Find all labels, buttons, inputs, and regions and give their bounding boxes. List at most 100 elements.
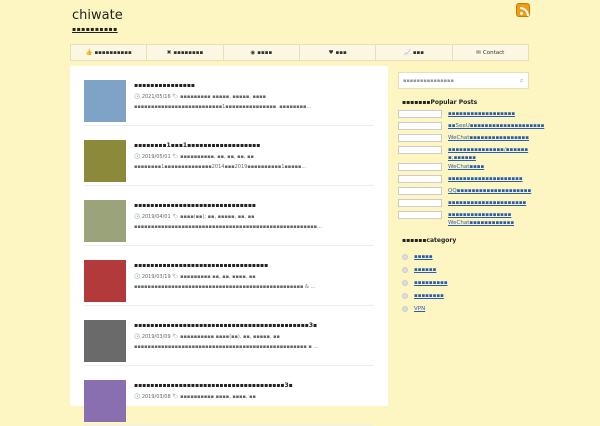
popular-post-item[interactable]: ▪▪▪▪▪▪▪▪▪▪▪▪▪▪▪▪▪▪▪▪ <box>398 175 529 186</box>
search-icon[interactable]: ⌕ <box>520 76 524 86</box>
post-title[interactable]: ▪▪▪▪▪▪▪▪▪▪▪▪▪▪▪▪▪▪▪▪▪▪▪▪▪▪▪▪▪▪ <box>134 202 256 209</box>
global-nav: 👍 ▪▪▪▪▪▪▪▪▪▪ ✖ ▪▪▪▪▪▪▪▪ ◉ ▪▪▪▪ ♥ ▪▪▪ 📈 ▪▪▪ ✉ Contac… <box>70 44 529 61</box>
popular-post-thumbnail[interactable] <box>398 175 442 183</box>
popular-post-link[interactable]: ▪▪▪▪▪▪▪▪▪▪▪▪▪▪▪▪▪▪▪▪ <box>448 175 523 183</box>
envelope-icon: ✉ <box>476 49 481 56</box>
popular-post-thumbnail[interactable] <box>398 110 442 118</box>
popular-post-link[interactable]: ▪▪▪▪▪▪▪▪▪▪▪▪▪▪▪▪▪▪ <box>448 110 515 118</box>
nav-item[interactable]: ◉ ▪▪▪▪ <box>224 45 300 60</box>
post-title[interactable]: ▪▪▪▪▪▪▪▪1▪▪▪1▪▪▪▪▪▪▪▪▪▪▪▪▪▪▪▪▪▪ <box>134 142 260 149</box>
post-card[interactable]: ▪▪▪▪▪▪▪▪▪▪▪▪▪▪▪ 🕓 2021/05/16 🏷 ▪▪▪▪▪▪▪▪▪ … <box>84 68 374 126</box>
popular-post-link[interactable]: ▪▪▪▪▪▪▪▪▪▪▪▪▪▪▪▪▪▪▪▪▪ <box>448 199 526 207</box>
post-title[interactable]: ▪▪▪▪▪▪▪▪▪▪▪▪▪▪▪▪▪▪▪▪▪▪▪▪▪▪▪▪▪▪▪▪▪▪▪▪▪3▪ <box>134 382 293 389</box>
popular-post-link[interactable]: ▪▪SeeU▪▪▪▪▪▪▪▪▪▪▪▪▪▪▪▪▪▪▪▪ <box>448 122 544 130</box>
sidebar: ▪▪▪▪▪▪▪▪▪▪▪▪▪▪▪ ⌕ ▪▪▪▪▪▪▪Popular Posts ▪… <box>398 72 544 315</box>
bullet-icon <box>402 305 408 312</box>
popular-post-link[interactable]: QQ▪▪▪▪▪▪▪▪▪▪▪▪▪▪▪▪▪▪▪▪ <box>448 187 531 195</box>
post-meta: 🕓 2019/04/01 🏷 ▪▪▪▪(▪▪); ▪▪, ▪▪▪▪▪, ▪▪, … <box>134 214 255 220</box>
nav-item[interactable]: ♥ ▪▪▪ <box>300 45 377 60</box>
category-item[interactable]: VPN <box>398 302 529 315</box>
popular-post-link[interactable]: WeChat▪▪▪▪▪▪▪▪▪▪▪▪▪▪▪▪ <box>448 134 529 142</box>
nav-label: ▪▪▪▪ <box>257 49 273 56</box>
popular-post-item[interactable]: WeChat▪▪▪▪ <box>398 163 529 174</box>
nav-label: Contact <box>482 49 505 56</box>
category-link[interactable]: ▪▪▪▪▪▪▪▪ <box>414 293 444 299</box>
category-link[interactable]: VPN <box>414 306 425 312</box>
nav-item[interactable]: 📈 ▪▪▪ <box>376 45 453 60</box>
category-list: ▪▪▪▪▪ ▪▪▪▪▪▪ ▪▪▪▪▪▪▪▪▪ ▪▪▪▪▪▪▪▪ VPN <box>398 250 529 315</box>
post-card[interactable]: ▪▪▪▪▪▪▪▪▪▪▪▪▪▪▪▪▪▪▪▪▪▪▪▪▪▪▪▪▪▪ 🕓 2019/04/… <box>84 188 374 246</box>
post-thumbnail[interactable] <box>84 260 126 302</box>
popular-post-link[interactable]: ▪▪▪▪▪▪▪▪▪▪▪▪▪▪▪▪▪ WeChat▪▪▪▪▪▪▪▪▪▪▪▪ <box>448 211 529 227</box>
popular-post-item[interactable]: ▪▪SeeU▪▪▪▪▪▪▪▪▪▪▪▪▪▪▪▪▪▪▪▪ <box>398 122 544 133</box>
popular-post-item[interactable]: ▪▪▪▪▪▪▪▪▪▪▪▪▪▪▪▪▪▪ <box>398 110 529 121</box>
post-excerpt: ▪▪▪▪▪▪▪▪▪▪▪▪▪▪▪▪▪▪▪▪▪▪▪▪▪▪▪▪▪▪▪▪▪▪▪▪▪▪▪▪… <box>134 344 319 350</box>
heart-icon: ♥ <box>328 49 334 56</box>
close-icon: ✖ <box>166 49 172 56</box>
post-thumbnail[interactable] <box>84 140 126 182</box>
bullet-icon <box>402 292 408 299</box>
category-link[interactable]: ▪▪▪▪▪ <box>414 254 433 260</box>
popular-post-thumbnail[interactable] <box>398 122 442 130</box>
post-thumbnail[interactable] <box>84 380 126 422</box>
category-title: ▪▪▪▪▪▪category <box>402 237 457 244</box>
post-card[interactable]: ▪▪▪▪▪▪▪▪1▪▪▪1▪▪▪▪▪▪▪▪▪▪▪▪▪▪▪▪▪▪ 🕓 2019/05… <box>84 128 374 186</box>
post-meta: 🕓 2019/03/08 🏷 ▪▪▪▪▪▪▪▪▪▪ ▪▪▪▪, ▪▪▪▪, ▪▪ <box>134 394 256 400</box>
post-thumbnail[interactable] <box>84 320 126 362</box>
bullet-icon <box>402 253 408 260</box>
site-title[interactable]: chiwate <box>72 8 123 23</box>
popular-post-item[interactable]: ▪▪▪▪▪▪▪▪▪▪▪▪▪▪▪/▪▪▪▪▪▪ ▪;▪▪▪▪▪▪ <box>398 146 529 162</box>
nav-item[interactable]: ✖ ▪▪▪▪▪▪▪▪ <box>147 45 224 60</box>
post-meta: 🕓 2019/05/01 🏷 ▪▪▪▪▪▪▪▪▪▪, ▪▪, ▪▪, ▪▪, ▪… <box>134 154 254 160</box>
category-item[interactable]: ▪▪▪▪▪▪▪▪ <box>398 289 529 302</box>
post-excerpt: ▪▪▪▪▪▪▪▪1▪▪▪▪▪▪▪▪▪▪▪▪▪▪2014▪▪▪2019▪▪▪▪▪▪… <box>134 164 307 170</box>
bullet-icon <box>402 266 408 273</box>
post-excerpt: ▪▪▪▪▪▪▪▪▪▪▪▪▪▪▪▪▪▪▪▪▪▪▪▪▪▪1▪▪▪▪▪▪▪▪▪▪▪▪▪… <box>134 104 312 110</box>
popular-post-link[interactable]: WeChat▪▪▪▪ <box>448 163 484 171</box>
post-list: ▪▪▪▪▪▪▪▪▪▪▪▪▪▪▪ 🕓 2021/05/16 🏷 ▪▪▪▪▪▪▪▪▪ … <box>70 66 388 426</box>
nav-label: ▪▪▪▪▪▪▪▪▪▪ <box>94 49 132 56</box>
popular-post-item[interactable]: ▪▪▪▪▪▪▪▪▪▪▪▪▪▪▪▪▪ WeChat▪▪▪▪▪▪▪▪▪▪▪▪ <box>398 211 529 227</box>
category-link[interactable]: ▪▪▪▪▪▪ <box>414 267 436 273</box>
post-meta: 🕓 2019/03/09 🏷 ▪▪▪▪▪▪▪▪▪▪ ▪▪▪▪(▪▪), ▪▪, … <box>134 334 280 340</box>
post-excerpt: ▪▪▪▪▪▪▪▪▪▪▪▪▪▪▪▪▪▪▪▪▪▪▪▪▪▪▪▪▪▪▪▪▪▪▪▪▪▪▪▪… <box>134 284 316 290</box>
category-link[interactable]: ▪▪▪▪▪▪▪▪▪ <box>414 280 448 286</box>
popular-posts-list: ▪▪▪▪▪▪▪▪▪▪▪▪▪▪▪▪▪▪ ▪▪SeeU▪▪▪▪▪▪▪▪▪▪▪▪▪▪▪▪… <box>398 110 544 227</box>
post-title[interactable]: ▪▪▪▪▪▪▪▪▪▪▪▪▪▪▪▪▪▪▪▪▪▪▪▪▪▪▪▪▪▪▪▪▪▪▪▪▪▪▪▪… <box>134 322 317 329</box>
rss-icon[interactable] <box>516 3 530 17</box>
popular-post-thumbnail[interactable] <box>398 163 442 171</box>
popular-post-thumbnail[interactable] <box>398 187 442 195</box>
search-input[interactable]: ▪▪▪▪▪▪▪▪▪▪▪▪▪▪▪ ⌕ <box>398 72 529 89</box>
nav-item[interactable]: ✉ Contact <box>453 45 528 60</box>
post-card[interactable]: ▪▪▪▪▪▪▪▪▪▪▪▪▪▪▪▪▪▪▪▪▪▪▪▪▪▪▪▪▪▪▪▪▪ 🕓 2019/… <box>84 248 374 306</box>
site-description: ▪▪▪▪▪▪▪▪▪▪ <box>72 26 118 33</box>
nav-label: ▪▪▪▪▪▪▪▪ <box>173 49 204 56</box>
chart-icon: 📈 <box>403 49 411 56</box>
post-title[interactable]: ▪▪▪▪▪▪▪▪▪▪▪▪▪▪▪ <box>134 82 195 89</box>
popular-post-link[interactable]: ▪▪▪▪▪▪▪▪▪▪▪▪▪▪▪/▪▪▪▪▪▪ ▪;▪▪▪▪▪▪ <box>448 146 529 162</box>
category-item[interactable]: ▪▪▪▪▪▪ <box>398 263 529 276</box>
post-thumbnail[interactable] <box>84 80 126 122</box>
popular-post-thumbnail[interactable] <box>398 199 442 207</box>
search-placeholder: ▪▪▪▪▪▪▪▪▪▪▪▪▪▪▪ <box>403 78 454 84</box>
post-title[interactable]: ▪▪▪▪▪▪▪▪▪▪▪▪▪▪▪▪▪▪▪▪▪▪▪▪▪▪▪▪▪▪▪▪▪ <box>134 262 268 269</box>
post-meta: 🕓 2019/03/19 🏷 ▪▪▪▪▪▪▪▪▪ ▪▪, ▪▪, ▪▪▪▪, ▪… <box>134 274 256 280</box>
user-circle-icon: ◉ <box>250 49 256 56</box>
post-card[interactable]: ▪▪▪▪▪▪▪▪▪▪▪▪▪▪▪▪▪▪▪▪▪▪▪▪▪▪▪▪▪▪▪▪▪▪▪▪▪3▪ 🕓… <box>84 368 374 426</box>
popular-post-item[interactable]: ▪▪▪▪▪▪▪▪▪▪▪▪▪▪▪▪▪▪▪▪▪ <box>398 199 529 210</box>
popular-post-item[interactable]: WeChat▪▪▪▪▪▪▪▪▪▪▪▪▪▪▪▪ <box>398 134 529 145</box>
post-thumbnail[interactable] <box>84 200 126 242</box>
post-card[interactable]: ▪▪▪▪▪▪▪▪▪▪▪▪▪▪▪▪▪▪▪▪▪▪▪▪▪▪▪▪▪▪▪▪▪▪▪▪▪▪▪▪… <box>84 308 374 366</box>
popular-post-thumbnail[interactable] <box>398 146 442 154</box>
category-item[interactable]: ▪▪▪▪▪▪▪▪▪ <box>398 276 529 289</box>
category-item[interactable]: ▪▪▪▪▪ <box>398 250 529 263</box>
popular-post-thumbnail[interactable] <box>398 211 442 219</box>
post-excerpt: ▪▪▪▪▪▪▪▪▪▪▪▪▪▪▪▪▪▪▪▪▪▪▪▪▪▪▪▪▪▪▪▪▪▪▪▪▪▪▪▪… <box>134 224 322 230</box>
bullet-icon <box>402 279 408 286</box>
popular-post-thumbnail[interactable] <box>398 134 442 142</box>
popular-post-item[interactable]: QQ▪▪▪▪▪▪▪▪▪▪▪▪▪▪▪▪▪▪▪▪ <box>398 187 531 198</box>
nav-item[interactable]: 👍 ▪▪▪▪▪▪▪▪▪▪ <box>71 45 148 60</box>
post-meta: 🕓 2021/05/16 🏷 ▪▪▪▪▪▪▪▪▪ ▪▪▪▪▪, ▪▪▪▪▪, ▪… <box>134 94 267 100</box>
popular-posts-title: ▪▪▪▪▪▪▪Popular Posts <box>402 99 478 106</box>
site-header: chiwate ▪▪▪▪▪▪▪▪▪▪ <box>0 0 600 44</box>
